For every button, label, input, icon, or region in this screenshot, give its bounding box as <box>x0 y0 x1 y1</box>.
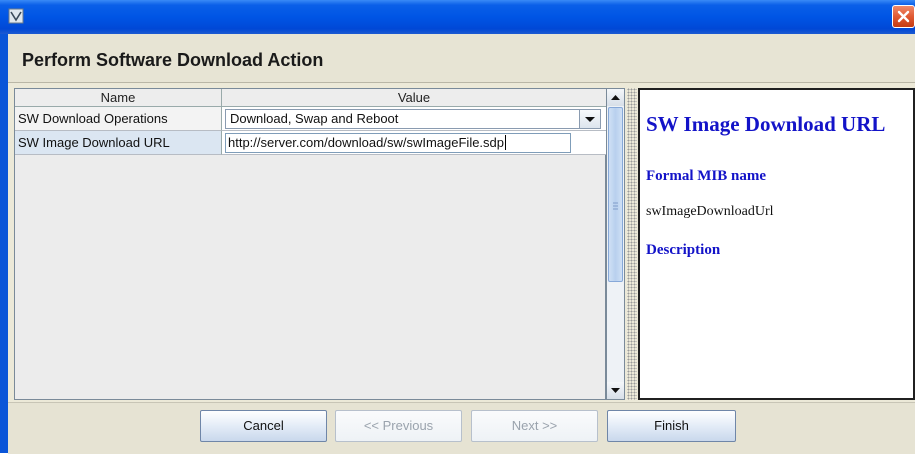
help-title: SW Image Download URL <box>646 112 886 136</box>
page-title: Perform Software Download Action <box>22 50 324 70</box>
url-field-value: http://server.com/download/sw/swImageFil… <box>228 135 505 150</box>
description-heading: Description <box>646 242 721 258</box>
text-cursor <box>505 135 507 150</box>
previous-button[interactable]: << Previous <box>335 410 462 442</box>
formal-mib-heading: Formal MIB name <box>646 168 766 184</box>
table-row: SW Image Download URL http://server.com/… <box>15 131 606 155</box>
select-value: Download, Swap and Reboot <box>230 111 399 126</box>
scroll-up-button[interactable] <box>607 89 624 106</box>
title-bar[interactable] <box>0 0 915 34</box>
dialog-window: Perform Software Download Action Name Va… <box>0 0 915 454</box>
next-button[interactable]: Next >> <box>471 410 598 442</box>
grip-icon <box>613 202 618 210</box>
chevron-down-icon <box>611 388 620 393</box>
cancel-button[interactable]: Cancel <box>200 410 327 442</box>
property-table: Name Value SW Download Operations Downlo… <box>14 88 606 400</box>
split-pane-divider[interactable] <box>627 88 637 400</box>
chevron-up-icon <box>611 95 620 100</box>
column-header-name[interactable]: Name <box>15 89 222 107</box>
download-url-field[interactable]: http://server.com/download/sw/swImageFil… <box>225 133 571 153</box>
dialog-header: Perform Software Download Action <box>8 34 915 83</box>
row-name-cell[interactable]: SW Download Operations <box>15 107 222 131</box>
table-row: SW Download Operations Download, Swap an… <box>15 107 606 131</box>
table-scrollbar[interactable] <box>606 88 625 400</box>
row-value-cell: http://server.com/download/sw/swImageFil… <box>222 131 606 155</box>
close-icon <box>897 10 910 23</box>
scroll-down-button[interactable] <box>607 382 624 399</box>
app-icon <box>8 8 24 24</box>
scroll-thumb[interactable] <box>608 107 623 282</box>
formal-mib-value: swImageDownloadUrl <box>646 204 774 219</box>
window-left-border <box>0 34 8 453</box>
dropdown-arrow-button[interactable] <box>579 110 600 128</box>
column-header-value[interactable]: Value <box>222 89 606 107</box>
finish-button[interactable]: Finish <box>607 410 736 442</box>
download-operations-select[interactable]: Download, Swap and Reboot <box>225 109 601 129</box>
row-value-cell: Download, Swap and Reboot <box>222 107 606 131</box>
close-button[interactable] <box>892 5 915 28</box>
row-name-cell[interactable]: SW Image Download URL <box>15 131 222 155</box>
chevron-down-icon <box>585 117 595 122</box>
help-panel: SW Image Download URL Formal MIB name sw… <box>638 88 915 400</box>
